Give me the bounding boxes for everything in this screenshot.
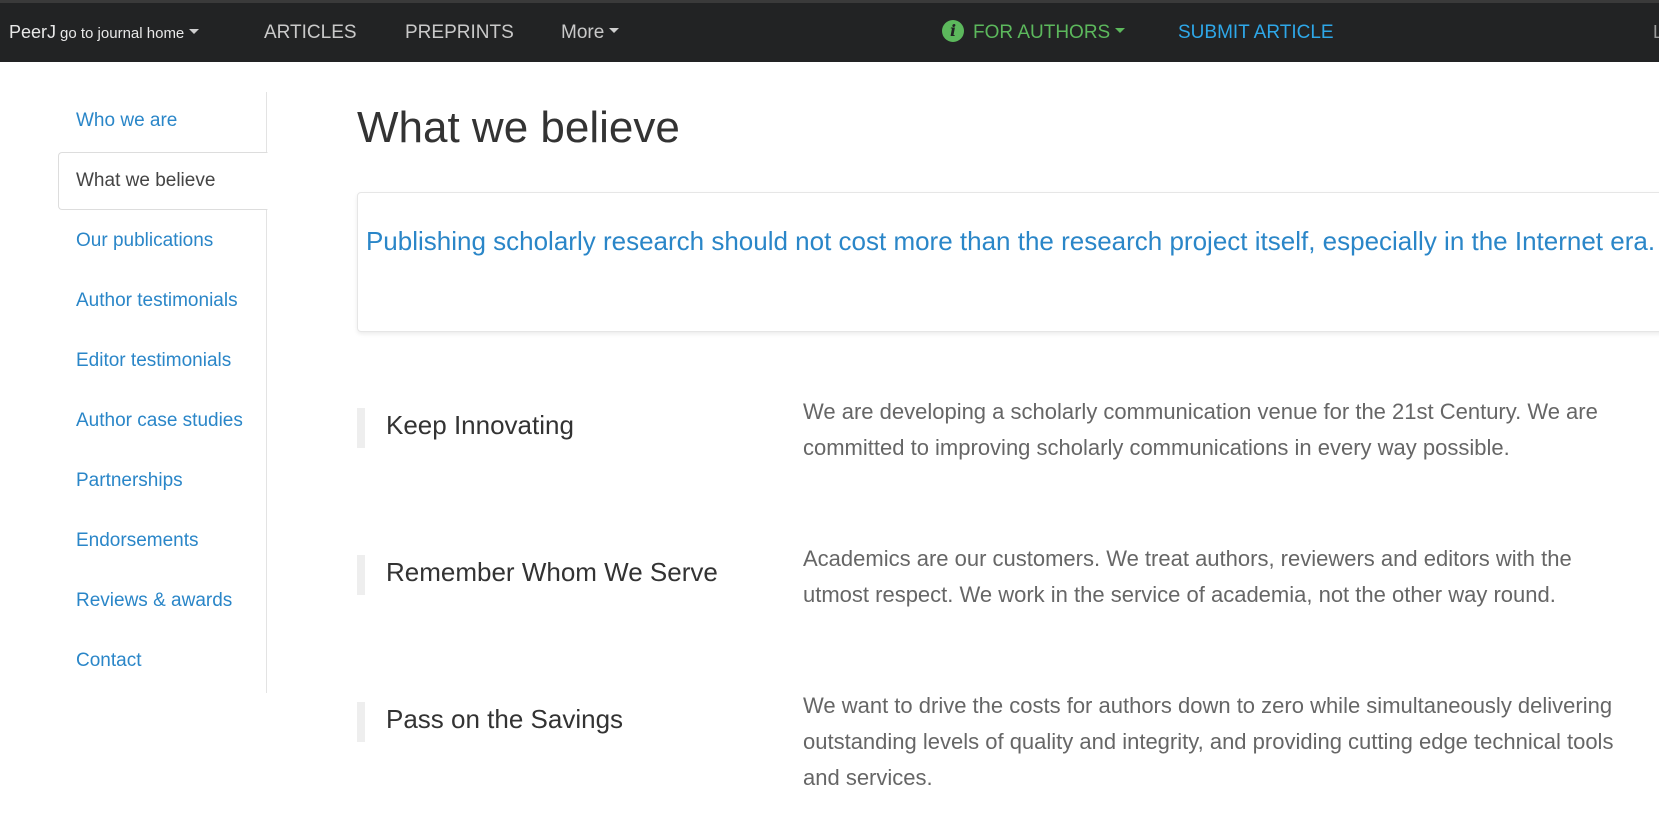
sidebar-item-contact[interactable]: Contact	[58, 632, 268, 690]
belief-heading: Keep Innovating	[386, 410, 574, 440]
sidebar-item-who-we-are[interactable]: Who we are	[58, 92, 268, 150]
sidebar-item-partnerships[interactable]: Partnerships	[58, 452, 268, 510]
page-title: What we believe	[357, 103, 680, 152]
caret-down-icon	[609, 28, 620, 34]
mission-quote-box: Publishing scholarly research should not…	[357, 192, 1659, 332]
belief-accent-bar	[357, 702, 365, 742]
sidebar-item-what-we-believe[interactable]: What we believe	[58, 152, 268, 210]
for-authors-dropdown[interactable]: i FOR AUTHORS	[942, 3, 1126, 62]
belief-description: We want to drive the costs for authors d…	[803, 693, 1614, 790]
submit-article-link[interactable]: SUBMIT ARTICLE	[1178, 3, 1334, 62]
sidebar-item-author-case-studies[interactable]: Author case studies	[58, 392, 268, 450]
sidebar-item-editor-testimonials[interactable]: Editor testimonials	[58, 332, 268, 390]
caret-down-icon	[1115, 28, 1126, 34]
belief-heading: Pass on the Savings	[386, 704, 624, 734]
belief-description: We are developing a scholarly communicat…	[803, 399, 1598, 460]
nav-articles[interactable]: ARTICLES	[264, 3, 357, 62]
brand-name: PeerJ	[9, 22, 57, 42]
belief-heading: Remember Whom We Serve	[386, 557, 718, 587]
sidebar-item-author-testimonials[interactable]: Author testimonials	[58, 272, 268, 330]
belief-accent-bar	[357, 408, 365, 448]
sidebar-item-reviews-awards[interactable]: Reviews & awards	[58, 572, 268, 630]
info-icon: i	[942, 19, 964, 42]
brand-subtitle: go to journal home	[60, 25, 185, 42]
caret-down-icon	[189, 28, 200, 34]
sidebar-item-our-publications[interactable]: Our publications	[58, 212, 268, 270]
nav-more-label: More	[561, 22, 605, 43]
sidebar-item-endorsements[interactable]: Endorsements	[58, 512, 268, 570]
belief-accent-bar	[357, 555, 365, 595]
top-navbar: PeerJ go to journal home ARTICLES PREPRIN…	[0, 0, 1659, 62]
belief-description: Academics are our customers. We treat au…	[803, 546, 1572, 607]
mission-quote: Publishing scholarly research should not…	[365, 226, 1656, 256]
for-authors-label: FOR AUTHORS	[973, 22, 1111, 43]
nav-more-dropdown[interactable]: More	[561, 3, 620, 62]
about-sidebar: Who we are What we believe Our publicati…	[58, 92, 268, 693]
journal-home-dropdown[interactable]: PeerJ go to journal home	[9, 3, 200, 62]
navbar-edge-link[interactable]: L	[1653, 3, 1659, 62]
nav-preprints[interactable]: PREPRINTS	[405, 3, 514, 62]
